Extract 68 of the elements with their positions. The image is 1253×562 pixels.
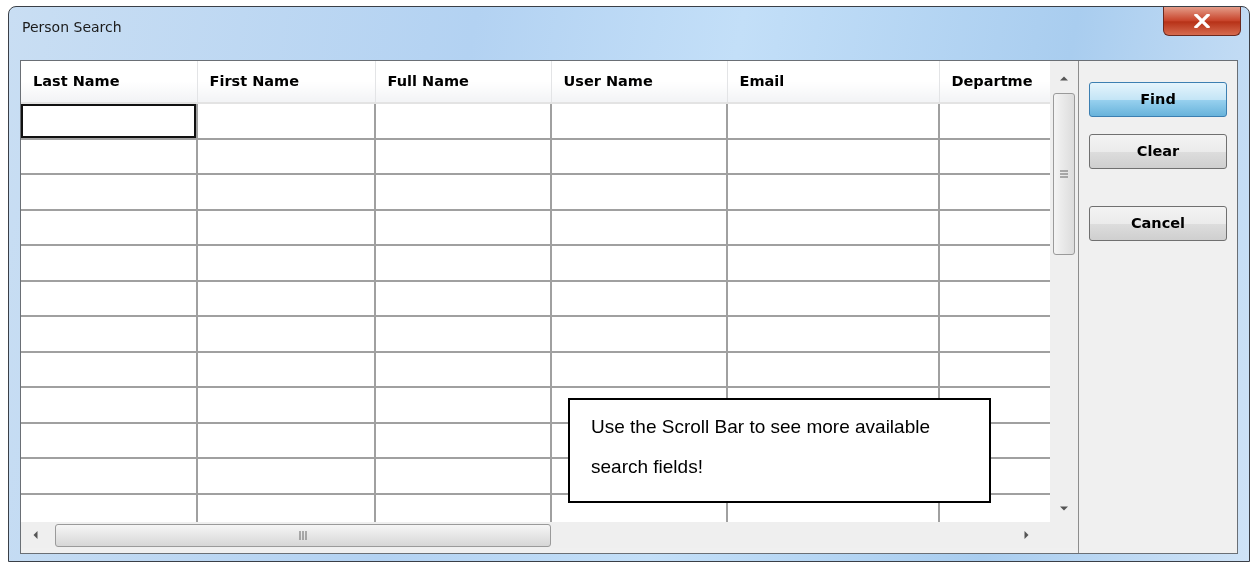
table-cell[interactable] <box>197 174 375 210</box>
table-cell[interactable] <box>551 351 727 387</box>
table-cell[interactable] <box>375 280 551 316</box>
table-cell[interactable] <box>375 209 551 245</box>
table-cell[interactable] <box>551 209 727 245</box>
table-cell[interactable] <box>375 316 551 352</box>
table-cell[interactable] <box>727 103 939 139</box>
table-cell[interactable] <box>197 422 375 458</box>
table-cell[interactable] <box>21 387 197 423</box>
table-cell[interactable] <box>551 103 727 139</box>
table-cell[interactable] <box>375 138 551 174</box>
dialog-button[interactable]: Clear <box>1089 134 1227 169</box>
table-cell[interactable] <box>551 245 727 281</box>
table-cell[interactable] <box>375 387 551 423</box>
table-cell[interactable] <box>197 280 375 316</box>
column-header[interactable]: User Name <box>551 61 727 103</box>
table-cell[interactable] <box>375 422 551 458</box>
column-header[interactable]: Full Name <box>375 61 551 103</box>
hint-tooltip: Use the Scroll Bar to see more available search fields! <box>568 398 991 503</box>
dialog-button[interactable]: Find <box>1089 82 1227 117</box>
table-cell[interactable] <box>21 422 197 458</box>
table-cell[interactable] <box>197 387 375 423</box>
scroll-up-arrow-icon[interactable] <box>1059 75 1069 81</box>
column-header[interactable]: First Name <box>197 61 375 103</box>
table-cell[interactable] <box>727 316 939 352</box>
table-cell[interactable] <box>21 280 197 316</box>
table-cell[interactable] <box>21 245 197 281</box>
dialog-button[interactable]: Cancel <box>1089 206 1227 241</box>
column-header[interactable]: Email <box>727 61 939 103</box>
table-cell[interactable] <box>21 316 197 352</box>
table-cell[interactable] <box>21 209 197 245</box>
close-button[interactable] <box>1163 7 1241 36</box>
table-cell[interactable] <box>197 103 375 139</box>
column-header[interactable]: Departme <box>939 61 1051 103</box>
table-cell[interactable] <box>727 245 939 281</box>
table-cell[interactable] <box>197 245 375 281</box>
table-cell[interactable] <box>197 316 375 352</box>
table-cell[interactable] <box>551 316 727 352</box>
table-cell[interactable] <box>727 280 939 316</box>
table-cell[interactable] <box>551 280 727 316</box>
column-header[interactable]: Last Name <box>21 61 197 103</box>
table-cell[interactable] <box>21 174 197 210</box>
scroll-thumb[interactable] <box>55 523 551 547</box>
table-cell[interactable] <box>727 174 939 210</box>
table-cell[interactable] <box>551 174 727 210</box>
table-cell[interactable] <box>197 351 375 387</box>
table-cell[interactable] <box>197 209 375 245</box>
table-cell[interactable] <box>21 103 197 139</box>
table-cell[interactable] <box>375 245 551 281</box>
table-cell[interactable] <box>21 138 197 174</box>
table-cell[interactable] <box>21 458 197 494</box>
table-cell[interactable] <box>551 138 727 174</box>
table-cell[interactable] <box>727 138 939 174</box>
table-cell[interactable] <box>197 138 375 174</box>
table-cell[interactable] <box>375 351 551 387</box>
table-cell[interactable] <box>197 458 375 494</box>
table-cell[interactable] <box>375 458 551 494</box>
table-cell[interactable] <box>375 103 551 139</box>
scroll-left-arrow-icon[interactable] <box>32 530 38 540</box>
table-cell[interactable] <box>727 351 939 387</box>
table-cell[interactable] <box>21 351 197 387</box>
close-icon <box>1194 13 1210 28</box>
scroll-right-arrow-icon[interactable] <box>1024 530 1030 540</box>
scroll-down-arrow-icon[interactable] <box>1059 506 1069 512</box>
table-cell[interactable] <box>727 209 939 245</box>
table-cell[interactable] <box>375 174 551 210</box>
window-title: Person Search <box>22 18 122 37</box>
scroll-thumb[interactable] <box>1053 93 1075 255</box>
